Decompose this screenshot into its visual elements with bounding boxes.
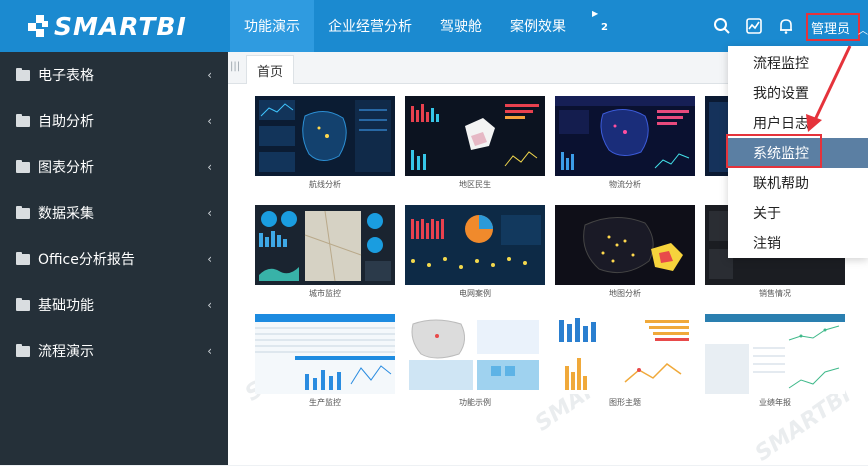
user-menu-button[interactable]: 管理员 ︿ [806,13,868,41]
chevron-left-icon: ‹ [207,114,212,128]
sidebar: 电子表格 ‹ 自助分析 ‹ 图表分析 ‹ 数据采集 ‹ Office分析报告 ‹ 基础功能… [0,52,228,465]
folder-icon [16,205,30,219]
bell-icon[interactable] [776,16,796,36]
menu-item-label: 联机帮助 [753,176,809,192]
sidebar-item-label: 基础功能 [38,298,94,314]
folder-icon [16,297,30,311]
sidebar-item-self-service[interactable]: 自助分析 ‹ [0,98,228,144]
folder-icon [16,251,30,265]
folder-icon [16,113,30,127]
thumbnail-label: 物流分析 [609,180,641,189]
dashboard-thumbnail[interactable] [255,96,395,176]
chevron-left-icon: ‹ [207,344,212,358]
more-tabs-count: 2 [601,22,608,33]
thumbnail-label: 业绩年报 [759,398,791,407]
dashboard-thumbnail[interactable] [405,205,545,285]
search-icon[interactable] [712,16,732,36]
thumbnail-label: 图形主题 [609,398,641,407]
top-bar: SMARTBI 功能演示 企业经营分析 驾驶舱 案例效果 ▶ 2 管理员 ︿ [0,0,868,52]
folder-icon [16,67,30,81]
thumbnail-label: 航线分析 [309,180,341,189]
thumbnail-label: 销售情况 [759,289,791,298]
thumbnail-label: 地区民生 [459,180,491,189]
chevron-up-icon: ︿ [858,26,868,37]
chart-icon[interactable] [744,16,764,36]
nav-tab-label: 驾驶舱 [440,19,482,35]
thumbnail-label: 地图分析 [609,289,641,298]
tab-label: 首页 [257,64,284,80]
nav-tab-cockpit[interactable]: 驾驶舱 [426,0,496,52]
sidebar-item-label: 数据采集 [38,206,94,222]
nav-tab-label: 功能演示 [244,19,300,35]
sidebar-item-label: 电子表格 [38,68,94,84]
sidebar-item-chart-analysis[interactable]: 图表分析 ‹ [0,144,228,190]
watermark: SMARTBI [750,382,856,466]
more-tabs-button[interactable]: ▶ 2 [592,9,608,43]
dashboard-thumbnail[interactable] [555,205,695,285]
nav-tab-label: 案例效果 [510,19,566,35]
user-name: 管理员 [811,21,851,37]
chevron-left-icon: ‹ [207,298,212,312]
dashboard-thumbnail[interactable] [705,314,845,394]
tab-home[interactable]: 首页 [246,55,295,84]
highlight-box [726,134,822,168]
annotation-arrow-icon [806,45,852,132]
nav-tab-demo[interactable]: 功能演示 [230,0,314,52]
menu-item-label: 关于 [753,206,781,222]
sidebar-item-basic-functions[interactable]: 基础功能 ‹ [0,282,228,328]
sidebar-item-label: 图表分析 [38,160,94,176]
chevron-left-icon: ‹ [207,252,212,266]
chevron-left-icon: ‹ [207,160,212,174]
folder-icon [16,159,30,173]
thumbnail-label: 生产监控 [309,398,341,407]
chevron-left-icon: ‹ [207,206,212,220]
sidebar-item-office-report[interactable]: Office分析报告 ‹ [0,236,228,282]
thumbnail-label: 电网案例 [459,289,491,298]
logo-text: SMARTBI [54,11,187,41]
main-nav: 功能演示 企业经营分析 驾驶舱 案例效果 [230,0,580,52]
folder-icon [16,343,30,357]
caret-right-icon: ▶ [592,9,599,18]
dashboard-thumbnail[interactable] [555,314,695,394]
chevron-left-icon: ‹ [207,68,212,82]
nav-tab-label: 企业经营分析 [328,19,412,35]
dashboard-thumbnail[interactable] [255,205,395,285]
menu-item-label: 注销 [753,236,781,252]
menu-item-about[interactable]: 关于 [728,198,868,228]
logo-mark-icon [28,15,50,37]
sidebar-item-data-collection[interactable]: 数据采集 ‹ [0,190,228,236]
nav-tab-business-analysis[interactable]: 企业经营分析 [314,0,426,52]
sidebar-item-process-demo[interactable]: 流程演示 ‹ [0,328,228,374]
dashboard-thumbnail[interactable] [405,96,545,176]
sidebar-item-label: 流程演示 [38,344,94,360]
sidebar-item-label: Office分析报告 [38,252,135,268]
menu-item-logout[interactable]: 注销 [728,228,868,258]
dashboard-thumbnail[interactable] [255,314,395,394]
nav-tab-cases[interactable]: 案例效果 [496,0,580,52]
thumbnail-label: 功能示例 [459,398,491,407]
dashboard-thumbnail[interactable] [405,314,545,394]
thumbnail-label: 城市监控 [309,289,341,298]
menu-item-online-help[interactable]: 联机帮助 [728,168,868,198]
dashboard-thumbnail[interactable] [555,96,695,176]
drag-handle-icon[interactable]: ||| [230,60,240,74]
top-icon-group [712,0,796,52]
sidebar-item-spreadsheet[interactable]: 电子表格 ‹ [0,52,228,98]
sidebar-item-label: 自助分析 [38,114,94,130]
logo[interactable]: SMARTBI [0,0,228,52]
